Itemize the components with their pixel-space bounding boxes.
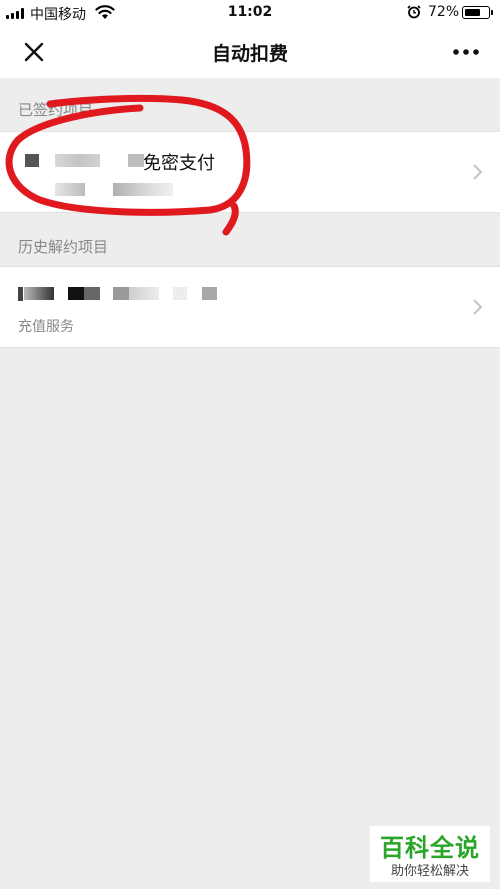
- watermark-subtitle: 助你轻松解决: [390, 864, 469, 879]
- clock: 11:02: [227, 4, 273, 20]
- battery-fill: [464, 8, 481, 16]
- obscured-text: [55, 154, 100, 167]
- chevron-right-icon: [473, 164, 483, 180]
- history-item-subtitle: 充值服务: [18, 319, 74, 335]
- battery-tip: [491, 10, 493, 15]
- obscured-text: [113, 287, 159, 300]
- more-icon[interactable]: [448, 40, 484, 64]
- obscured-text: [68, 287, 100, 300]
- section-header-history: 历史解约项目: [18, 238, 109, 256]
- signed-item-title: 免密支付: [143, 153, 215, 174]
- obscured-text: [18, 287, 23, 301]
- history-item[interactable]: 充值服务: [0, 266, 500, 348]
- obscured-text: [113, 183, 173, 196]
- watermark-logo: 百科全说 助你轻松解决: [370, 826, 490, 882]
- page-title: 自动扣费: [211, 43, 288, 65]
- obscured-text: [55, 183, 85, 196]
- alarm-icon: [407, 5, 421, 19]
- nav-bar: 自动扣费: [0, 26, 500, 78]
- obscured-text: [202, 287, 217, 300]
- signed-item[interactable]: 免密支付: [0, 131, 500, 213]
- obscured-text: [128, 154, 144, 167]
- section-header-signed: 已签约项目: [18, 101, 94, 119]
- chevron-right-icon: [473, 299, 483, 315]
- status-bar: 中国移动 11:02 72%: [0, 0, 500, 26]
- watermark-title: 百科全说: [380, 834, 480, 862]
- obscured-text: [173, 287, 187, 300]
- obscured-text: [25, 154, 39, 167]
- obscured-text: [24, 287, 54, 300]
- battery-percent: 72%: [428, 4, 460, 20]
- battery-icon: [462, 6, 490, 19]
